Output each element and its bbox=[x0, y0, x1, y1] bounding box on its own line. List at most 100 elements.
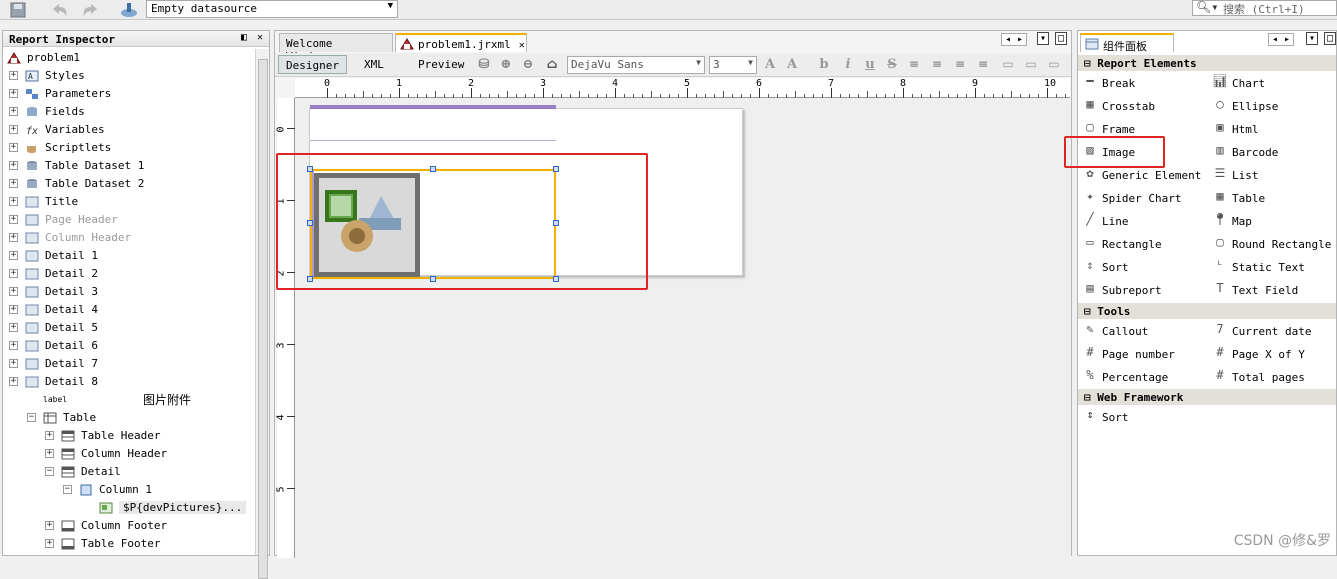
palette-item-percentage[interactable]: % Percentage bbox=[1082, 367, 1208, 387]
tree-item[interactable]: + A Styles bbox=[3, 67, 255, 85]
expand-icon[interactable]: + bbox=[9, 233, 18, 242]
strikethrough-icon[interactable]: S bbox=[883, 57, 901, 73]
palette-item-sort[interactable]: ⇕ Sort bbox=[1082, 257, 1208, 277]
preview-view-button[interactable]: Preview bbox=[411, 55, 471, 74]
palette-item-current-date[interactable]: 7 Current date bbox=[1212, 321, 1337, 341]
palette-item-line[interactable]: ╱ Line bbox=[1082, 211, 1208, 231]
expand-icon[interactable]: + bbox=[9, 215, 18, 224]
expand-icon[interactable]: + bbox=[9, 323, 18, 332]
palette-item-html[interactable]: ▣ Html bbox=[1212, 119, 1337, 139]
tree-item-table-section[interactable]: + Table Header bbox=[3, 427, 255, 445]
expand-icon[interactable]: + bbox=[9, 89, 18, 98]
scrollbar-thumb[interactable] bbox=[258, 59, 268, 579]
maximize-icon[interactable]: □ bbox=[1055, 32, 1068, 45]
palette-item-map[interactable]: 📍︎ Map bbox=[1212, 211, 1337, 231]
redo-icon[interactable] bbox=[80, 1, 102, 19]
bold-icon[interactable]: b bbox=[815, 57, 833, 73]
tree-item[interactable]: + Title bbox=[3, 193, 255, 211]
section-report-elements[interactable]: ⊟ Report Elements bbox=[1078, 55, 1336, 71]
tree-item[interactable]: + fx Variables bbox=[3, 121, 255, 139]
palette-item-chart[interactable]: 📊︎ Chart bbox=[1212, 73, 1337, 93]
tree-item-table-section[interactable]: − Detail bbox=[3, 463, 255, 481]
tab-scroll-arrows[interactable]: ◂ ▸ bbox=[1001, 33, 1028, 46]
tab-list-icon[interactable]: ▾ bbox=[1306, 32, 1319, 45]
save-all-icon[interactable] bbox=[8, 1, 30, 19]
palette-item-break[interactable]: ━ Break bbox=[1082, 73, 1208, 93]
undo-icon[interactable] bbox=[50, 1, 72, 19]
expand-icon[interactable]: + bbox=[9, 251, 18, 260]
expand-icon[interactable]: + bbox=[9, 269, 18, 278]
designer-view-button[interactable]: Designer bbox=[278, 55, 347, 74]
palette-item-list[interactable]: ☰ List bbox=[1212, 165, 1337, 185]
expand-icon[interactable]: + bbox=[45, 431, 54, 440]
palette-item-round-rectangle[interactable]: ▢ Round Rectangle bbox=[1212, 234, 1337, 254]
palette-item-ellipse[interactable]: ◯ Ellipse bbox=[1212, 96, 1337, 116]
collapse-icon[interactable]: − bbox=[45, 467, 54, 476]
expand-icon[interactable]: + bbox=[9, 287, 18, 296]
tree-item-label[interactable]: label 图片附件 bbox=[3, 391, 255, 409]
scrollbar[interactable] bbox=[255, 49, 269, 579]
close-tab-icon[interactable]: ✕ bbox=[519, 40, 525, 51]
style-editor-icon[interactable]: ⌂ bbox=[543, 57, 561, 73]
palette-item-static-text[interactable]: ᴸ Static Text bbox=[1212, 257, 1337, 277]
tree-item[interactable]: + Page Header bbox=[3, 211, 255, 229]
decrease-font-icon[interactable]: A bbox=[783, 57, 801, 73]
tree-root[interactable]: problem1 bbox=[3, 49, 255, 67]
palette-item-web-sort[interactable]: ⇕ Sort bbox=[1082, 407, 1202, 427]
palette-item-frame[interactable]: ▢ Frame bbox=[1082, 119, 1208, 139]
tree-item[interactable]: + Detail 8 bbox=[3, 373, 255, 391]
palette-item-page-number[interactable]: # Page number bbox=[1082, 344, 1208, 364]
tab-problem1-jrxml[interactable]: problem1.jrxml ✕ bbox=[395, 33, 527, 52]
expand-icon[interactable]: + bbox=[9, 143, 18, 152]
expand-icon[interactable]: + bbox=[9, 179, 18, 188]
tree-item[interactable]: + Detail 4 bbox=[3, 301, 255, 319]
xml-view-button[interactable]: XML bbox=[357, 55, 391, 74]
align-justify-icon[interactable]: ≡ bbox=[928, 57, 946, 73]
palette-item-barcode[interactable]: ▥ Barcode bbox=[1212, 142, 1337, 162]
expand-icon[interactable]: + bbox=[45, 521, 54, 530]
palette-item-crosstab[interactable]: ▦ Crosstab bbox=[1082, 96, 1208, 116]
align-middle-icon[interactable]: ▭ bbox=[1022, 57, 1040, 73]
align-top-icon[interactable]: ▭ bbox=[999, 57, 1017, 73]
palette-item-callout[interactable]: ✎ Callout bbox=[1082, 321, 1208, 341]
tree-item-field[interactable]: $P{devPictures}... bbox=[3, 499, 255, 517]
palette-item-subreport[interactable]: ▤ Subreport bbox=[1082, 280, 1208, 300]
tab-welcome-window[interactable]: Welcome Window✕ bbox=[279, 33, 393, 63]
palette-item-spider-chart[interactable]: ✦ Spider Chart bbox=[1082, 188, 1208, 208]
tab-palette[interactable]: 组件面板 bbox=[1080, 33, 1174, 53]
palette-item-page-x-of-y[interactable]: # Page X of Y bbox=[1212, 344, 1337, 364]
tree-item[interactable]: + Detail 2 bbox=[3, 265, 255, 283]
palette-item-table[interactable]: ▦ Table bbox=[1212, 188, 1337, 208]
tree-item[interactable]: + Table Dataset 2 bbox=[3, 175, 255, 193]
tab-list-icon[interactable]: ▾ bbox=[1037, 32, 1050, 45]
section-web-framework[interactable]: ⊟ Web Framework bbox=[1078, 389, 1336, 405]
tree-item-table-section[interactable]: + Column Footer bbox=[3, 517, 255, 535]
database-icon[interactable]: ⛁ bbox=[475, 57, 493, 73]
font-size-select[interactable]: 3 ▼ bbox=[709, 56, 757, 74]
datasource-icon[interactable] bbox=[118, 1, 140, 19]
maximize-icon[interactable]: □ bbox=[1324, 32, 1337, 45]
tree-item-table[interactable]: − Table bbox=[3, 409, 255, 427]
tree-item[interactable]: + Detail 3 bbox=[3, 283, 255, 301]
tree-item[interactable]: + Scriptlets bbox=[3, 139, 255, 157]
tree-item[interactable]: + Detail 5 bbox=[3, 319, 255, 337]
expand-icon[interactable]: + bbox=[9, 71, 18, 80]
expand-icon[interactable]: + bbox=[45, 539, 54, 548]
section-tools[interactable]: ⊟ Tools bbox=[1078, 303, 1336, 319]
palette-item-image[interactable]: ▨ Image bbox=[1082, 142, 1208, 162]
expand-icon[interactable]: + bbox=[9, 359, 18, 368]
palette-item-rectangle[interactable]: ▭ Rectangle bbox=[1082, 234, 1208, 254]
close-icon[interactable]: ✕ bbox=[257, 32, 263, 43]
align-left-icon[interactable]: ≡ bbox=[905, 57, 923, 73]
zoom-in-icon[interactable]: ⊕ bbox=[497, 57, 515, 73]
tree-item[interactable]: + Table Dataset 1 bbox=[3, 157, 255, 175]
collapse-icon[interactable]: − bbox=[63, 485, 72, 494]
underline-icon[interactable]: u bbox=[861, 57, 879, 73]
expand-icon[interactable]: + bbox=[9, 197, 18, 206]
tree-item[interactable]: + Parameters bbox=[3, 85, 255, 103]
tree-item[interactable]: + Column Header bbox=[3, 229, 255, 247]
tree-item-column[interactable]: − Column 1 bbox=[3, 481, 255, 499]
palette-item-total-pages[interactable]: # Total pages bbox=[1212, 367, 1337, 387]
collapse-icon[interactable]: − bbox=[27, 413, 36, 422]
expand-icon[interactable]: + bbox=[9, 341, 18, 350]
